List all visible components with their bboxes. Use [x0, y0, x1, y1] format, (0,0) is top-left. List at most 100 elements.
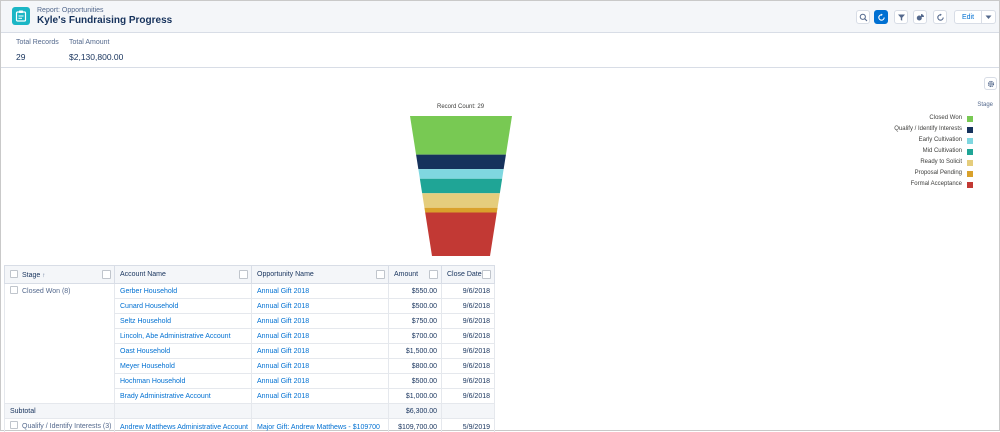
close-date-cell: 5/9/2019 — [442, 419, 495, 432]
group-stage-cell: Qualify / Identify Interests (3) — [5, 419, 115, 432]
account-link[interactable]: Oast Household — [115, 344, 252, 359]
legend-swatch — [967, 171, 973, 177]
column-header-close-date[interactable]: Close Date — [442, 266, 495, 284]
column-header-account[interactable]: Account Name — [115, 266, 252, 284]
refresh-chart-button[interactable] — [874, 10, 888, 24]
report-icon — [12, 7, 30, 25]
amount-cell: $500.00 — [389, 299, 442, 314]
total-amount-label: Total Amount — [69, 39, 109, 46]
funnel-segment-formal-acceptance[interactable] — [425, 213, 497, 256]
funnel-segment-early-cultivation[interactable] — [418, 169, 503, 179]
legend-item[interactable]: Early Cultivation — [881, 137, 981, 145]
group-checkbox[interactable] — [10, 421, 18, 429]
legend-label: Mid Cultivation — [923, 148, 962, 154]
total-records-label: Total Records — [16, 39, 59, 46]
column-menu-icon[interactable] — [102, 270, 111, 279]
opportunity-link[interactable]: Annual Gift 2018 — [252, 359, 389, 374]
close-date-cell: 9/6/2018 — [442, 284, 495, 299]
funnel-segment-mid-cultivation[interactable] — [420, 179, 502, 193]
close-date-cell: 9/6/2018 — [442, 329, 495, 344]
total-amount-value: $2,130,800.00 — [69, 52, 123, 62]
page-title: Kyle's Fundraising Progress — [37, 15, 172, 26]
column-menu-icon[interactable] — [376, 270, 385, 279]
account-link[interactable]: Gerber Household — [115, 284, 252, 299]
column-menu-icon[interactable] — [429, 270, 438, 279]
opportunity-link[interactable]: Annual Gift 2018 — [252, 389, 389, 404]
legend-label: Closed Won — [929, 115, 962, 121]
chart-title: Record Count: 29 — [437, 104, 484, 110]
legend-label: Proposal Pending — [915, 170, 962, 176]
refresh-icon — [936, 13, 945, 22]
close-date-cell: 9/6/2018 — [442, 299, 495, 314]
edit-button[interactable]: Edit — [954, 10, 982, 24]
opportunity-link[interactable]: Annual Gift 2018 — [252, 344, 389, 359]
search-icon — [859, 13, 868, 22]
column-header-opportunity[interactable]: Opportunity Name — [252, 266, 389, 284]
opportunity-link[interactable]: Annual Gift 2018 — [252, 314, 389, 329]
account-link[interactable]: Brady Administrative Account — [115, 389, 252, 404]
account-link[interactable]: Cunard Household — [115, 299, 252, 314]
legend-item[interactable]: Qualify / Identify Interests — [881, 126, 981, 134]
table-row: Closed Won (8) Gerber Household Annual G… — [5, 284, 495, 299]
funnel-segment-qualify-identify-interests[interactable] — [416, 155, 506, 169]
funnel-segment-ready-to-solicit[interactable] — [422, 193, 500, 207]
subtotal-amount: $6,300.00 — [389, 404, 442, 419]
opportunity-link[interactable]: Major Gift: Andrew Matthews - $109700 — [252, 419, 389, 432]
legend-item[interactable]: Ready to Solicit — [881, 159, 981, 167]
funnel-chart — [401, 113, 521, 258]
column-header-stage[interactable]: Stage↑ — [5, 266, 115, 284]
close-date-cell: 9/6/2018 — [442, 314, 495, 329]
close-date-cell: 9/6/2018 — [442, 359, 495, 374]
group-stage-cell: Closed Won (8) — [5, 284, 115, 404]
column-menu-icon[interactable] — [239, 270, 248, 279]
legend-label: Early Cultivation — [919, 137, 962, 143]
account-link[interactable]: Meyer Household — [115, 359, 252, 374]
account-link[interactable]: Andrew Matthews Administrative Account — [115, 419, 252, 432]
legend-swatch — [967, 149, 973, 155]
funnel-segment-proposal-pending[interactable] — [424, 208, 497, 213]
legend-label: Formal Acceptance — [911, 181, 962, 187]
legend-item[interactable]: Closed Won — [881, 115, 981, 123]
refresh-chart-icon — [877, 13, 886, 22]
close-date-cell: 9/6/2018 — [442, 374, 495, 389]
opportunity-link[interactable]: Annual Gift 2018 — [252, 284, 389, 299]
table-header-row: Stage↑ Account Name Opportunity Name Amo… — [5, 266, 495, 284]
select-all-checkbox[interactable] — [10, 270, 18, 278]
filter-button[interactable] — [894, 10, 908, 24]
column-header-amount[interactable]: Amount — [389, 266, 442, 284]
account-link[interactable]: Lincoln, Abe Administrative Account — [115, 329, 252, 344]
legend-swatch — [967, 138, 973, 144]
opportunity-link[interactable]: Annual Gift 2018 — [252, 329, 389, 344]
account-link[interactable]: Seltz Household — [115, 314, 252, 329]
report-table: Stage↑ Account Name Opportunity Name Amo… — [4, 265, 495, 432]
legend-swatch — [967, 116, 973, 122]
refresh-button[interactable] — [933, 10, 947, 24]
opportunity-link[interactable]: Annual Gift 2018 — [252, 299, 389, 314]
sort-asc-icon: ↑ — [42, 273, 45, 279]
amount-cell: $550.00 — [389, 284, 442, 299]
opportunity-link[interactable]: Annual Gift 2018 — [252, 374, 389, 389]
total-records-value: 29 — [16, 52, 25, 62]
column-menu-icon[interactable] — [482, 270, 491, 279]
edit-menu-button[interactable] — [982, 10, 996, 24]
chart-settings-button[interactable] — [984, 77, 997, 90]
legend-label: Ready to Solicit — [920, 159, 962, 165]
amount-cell: $500.00 — [389, 374, 442, 389]
legend-item[interactable]: Proposal Pending — [881, 170, 981, 178]
amount-cell: $109,700.00 — [389, 419, 442, 432]
subtotal-label: Subtotal — [5, 404, 115, 419]
account-link[interactable]: Hochman Household — [115, 374, 252, 389]
divider — [1, 67, 999, 68]
group-checkbox[interactable] — [10, 286, 18, 294]
close-date-cell: 9/6/2018 — [442, 344, 495, 359]
legend-item[interactable]: Formal Acceptance — [881, 181, 981, 189]
funnel-segment-closed-won[interactable] — [410, 116, 512, 155]
legend-swatch — [967, 127, 973, 133]
legend-label: Qualify / Identify Interests — [894, 126, 962, 132]
amount-cell: $1,000.00 — [389, 389, 442, 404]
amount-cell: $750.00 — [389, 314, 442, 329]
search-button[interactable] — [856, 10, 870, 24]
legend-item[interactable]: Mid Cultivation — [881, 148, 981, 156]
legend-title: Stage — [961, 102, 993, 108]
chart-button[interactable] — [913, 10, 927, 24]
